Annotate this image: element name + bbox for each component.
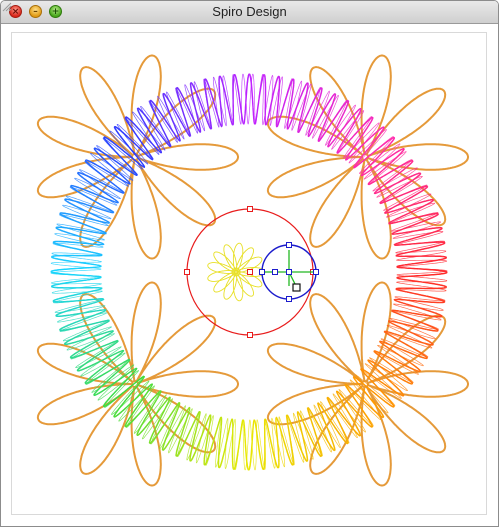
spiro-design-window: × – + Spiro Design: [0, 0, 499, 527]
ring-segment: [204, 78, 211, 96]
spiro-drawing[interactable]: [11, 32, 487, 515]
rolling-wheel-handle[interactable]: [286, 269, 292, 275]
spiro-canvas[interactable]: [11, 32, 487, 515]
ring-segment: [300, 82, 309, 98]
ring-segment: [50, 271, 98, 277]
guide-layer[interactable]: [184, 206, 319, 338]
ring-segment: [222, 75, 234, 126]
ring-segment: [400, 267, 448, 273]
fixed-ring-handle[interactable]: [184, 269, 190, 275]
ring-segment: [291, 87, 310, 131]
rolling-wheel-handle[interactable]: [286, 242, 292, 248]
window-title: Spiro Design: [212, 4, 287, 19]
resize-grip-icon[interactable]: [1, 1, 12, 12]
ring-segment: [264, 418, 276, 469]
pen-point-handle[interactable]: [292, 283, 301, 292]
rolling-wheel-handle[interactable]: [313, 269, 319, 275]
fixed-ring-handle[interactable]: [247, 206, 253, 212]
fixed-ring-handle[interactable]: [247, 332, 253, 338]
ring-segment: [87, 172, 125, 193]
title-bar[interactable]: × – + Spiro Design: [1, 1, 498, 24]
ring-segment: [240, 73, 245, 123]
ring-segment: [170, 402, 180, 426]
rolling-wheel-handle[interactable]: [286, 296, 292, 302]
ring-segment: [397, 259, 448, 263]
ring-segment: [82, 202, 115, 213]
ring-segment: [50, 281, 101, 285]
ring-segment: [287, 448, 294, 466]
inner-pattern-layer: [207, 242, 266, 302]
ring-segment: [253, 421, 258, 471]
rolling-wheel-handle[interactable]: [259, 269, 265, 275]
inner-spiro-pattern: [207, 242, 266, 302]
fixed-ring-handle[interactable]: [247, 269, 253, 275]
rolling-wheel-handle[interactable]: [272, 269, 278, 275]
